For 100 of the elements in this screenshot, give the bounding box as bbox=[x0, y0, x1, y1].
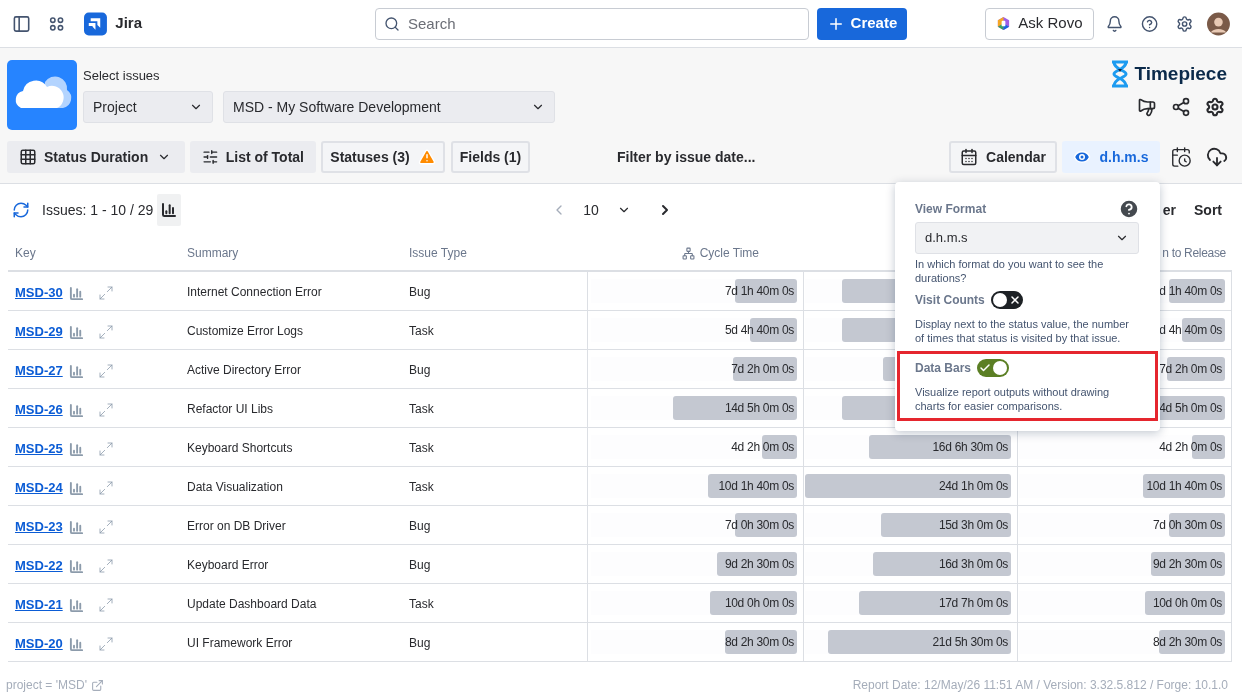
ask-rovo-button[interactable]: Ask Rovo bbox=[985, 7, 1094, 40]
share-icon[interactable] bbox=[1171, 96, 1191, 117]
megaphone-icon[interactable] bbox=[1137, 96, 1157, 117]
format-dropdown[interactable]: d.h.m.s bbox=[915, 222, 1139, 254]
summary-text: Error on DB Driver bbox=[187, 519, 286, 533]
issue-type-text: Bug bbox=[409, 636, 431, 650]
avatar[interactable] bbox=[1207, 11, 1230, 36]
issue-key-link[interactable]: MSD-20 bbox=[15, 634, 63, 654]
scope-dropdown[interactable]: Project bbox=[83, 91, 213, 123]
calendar-clock-icon[interactable] bbox=[1170, 146, 1192, 168]
issue-key-link[interactable]: MSD-26 bbox=[15, 400, 63, 420]
app-switcher-icon[interactable] bbox=[49, 15, 65, 32]
issue-type-text: Bug bbox=[409, 363, 431, 377]
close-icon bbox=[1008, 294, 1021, 306]
help-icon[interactable] bbox=[1140, 14, 1158, 33]
sort-button[interactable]: Sort bbox=[1194, 199, 1222, 221]
duration-value: 9d 2h 30m 0s bbox=[1152, 556, 1223, 573]
toggle-switch[interactable] bbox=[990, 291, 1023, 309]
issue-type-text: Task bbox=[409, 324, 434, 338]
product-name[interactable]: Jira bbox=[115, 12, 142, 35]
issue-key-link[interactable]: MSD-22 bbox=[15, 556, 63, 576]
duration-value: 16d 6h 30m 0s bbox=[932, 439, 1009, 456]
column-header[interactable]: Issue Type bbox=[409, 246, 467, 260]
setting-label: Data Bars bbox=[915, 360, 972, 377]
notifications-icon[interactable] bbox=[1105, 14, 1123, 33]
summary-text: Customize Error Logs bbox=[187, 324, 304, 338]
duration-value: d 1h 40m 0s bbox=[1159, 283, 1223, 300]
search-icon bbox=[384, 15, 400, 32]
page-size-dropdown[interactable]: 10 bbox=[583, 199, 631, 221]
summary-text: Keyboard Shortcuts bbox=[187, 441, 293, 455]
view-format-button[interactable]: d.h.m.s bbox=[1062, 141, 1160, 173]
expand-icon[interactable] bbox=[97, 402, 114, 418]
toggle-switch[interactable] bbox=[977, 359, 1010, 377]
issue-key-link[interactable]: MSD-24 bbox=[15, 478, 63, 498]
duration-value: 4d 5h 0m 0s bbox=[1159, 400, 1223, 417]
issue-type-text: Task bbox=[409, 597, 434, 611]
duration-value: 5d 4h 40m 0s bbox=[724, 322, 795, 339]
issue-key-link[interactable]: MSD-25 bbox=[15, 439, 63, 459]
duration-value: 7d 0h 30m 0s bbox=[724, 517, 795, 534]
setting-description: Display next to the status value, the number of times that status is visited by that issue. bbox=[915, 317, 1130, 345]
summary-text: Active Directory Error bbox=[187, 363, 302, 377]
duration-value: 14d 5h 0m 0s bbox=[724, 400, 795, 417]
app-logo-icon bbox=[7, 60, 77, 130]
grid-icon bbox=[19, 148, 37, 166]
summary-text: Update Dashboard Data bbox=[187, 597, 317, 611]
issue-key-link[interactable]: MSD-30 bbox=[15, 283, 63, 303]
expand-icon[interactable] bbox=[97, 558, 114, 574]
popover-title: View Format bbox=[915, 201, 987, 218]
check-icon bbox=[979, 362, 992, 374]
expand-icon[interactable] bbox=[97, 597, 114, 613]
jira-logo-icon[interactable] bbox=[84, 11, 108, 36]
expand-icon[interactable] bbox=[97, 363, 114, 379]
duration-value: 7d 2h 0m 0s bbox=[731, 361, 795, 378]
cloud-download-icon[interactable] bbox=[1206, 146, 1228, 168]
column-header[interactable]: Summary bbox=[187, 246, 239, 260]
create-button[interactable]: Create bbox=[816, 7, 908, 40]
external-link-icon[interactable] bbox=[90, 678, 104, 692]
fields-button[interactable]: Fields (1) bbox=[451, 141, 530, 173]
statuses-button[interactable]: Statuses (3) bbox=[321, 141, 445, 173]
expand-icon[interactable] bbox=[97, 441, 114, 457]
refresh-icon[interactable] bbox=[12, 201, 30, 219]
eye-icon bbox=[1073, 148, 1092, 166]
format-hint: In which format do you want to see the durations? bbox=[915, 257, 1105, 285]
duration-value: 9d 2h 30m 0s bbox=[724, 556, 795, 573]
issue-key-link[interactable]: MSD-27 bbox=[15, 361, 63, 381]
duration-value: 10d 0h 0m 0s bbox=[724, 595, 795, 612]
issue-key-link[interactable]: MSD-23 bbox=[15, 517, 63, 537]
expand-icon[interactable] bbox=[97, 324, 114, 340]
expand-icon[interactable] bbox=[97, 480, 114, 496]
expand-icon[interactable] bbox=[97, 519, 114, 535]
issue-key-link[interactable]: MSD-29 bbox=[15, 322, 63, 342]
settings-icon[interactable] bbox=[1175, 14, 1194, 33]
sidebar-toggle-icon[interactable] bbox=[12, 13, 32, 34]
column-header[interactable]: Key bbox=[15, 246, 36, 260]
bar-chart-icon[interactable] bbox=[161, 202, 178, 218]
report-type-dropdown[interactable]: Status Duration bbox=[7, 141, 185, 173]
workspace-dropdown[interactable]: MSD - My Software Development bbox=[223, 91, 555, 123]
issue-type-text: Bug bbox=[409, 285, 431, 299]
duration-value: 10d 1h 40m 0s bbox=[718, 478, 795, 495]
date-filter-button[interactable]: Filter by issue date... bbox=[617, 146, 756, 168]
list-of-total-button[interactable]: List of Total bbox=[190, 141, 316, 173]
setting-label: Visit Counts bbox=[915, 292, 985, 309]
rovo-logo-icon bbox=[996, 16, 1012, 31]
calendar-button[interactable]: Calendar bbox=[949, 141, 1057, 173]
issue-type-text: Task bbox=[409, 441, 434, 455]
jql-query: project = 'MSD' bbox=[6, 677, 87, 694]
filter-button[interactable]: er bbox=[1162, 199, 1176, 221]
column-header[interactable]: n to Release bbox=[1162, 244, 1226, 262]
search-field[interactable]: Search bbox=[375, 7, 809, 40]
duration-value: 8d 2h 30m 0s bbox=[1152, 634, 1223, 651]
hourglass-logo-icon bbox=[1110, 60, 1131, 89]
duration-value: 4d 2h 0m 0s bbox=[731, 439, 795, 456]
issue-key-link[interactable]: MSD-21 bbox=[15, 595, 63, 615]
duration-value: 17d 7h 0m 0s bbox=[938, 595, 1009, 612]
summary-text: Keyboard Error bbox=[187, 558, 269, 572]
expand-icon[interactable] bbox=[97, 636, 114, 652]
issue-type-text: Bug bbox=[409, 519, 431, 533]
settings-icon[interactable] bbox=[1205, 96, 1225, 117]
column-header[interactable]: Cycle Time bbox=[699, 244, 759, 262]
expand-icon[interactable] bbox=[97, 285, 114, 301]
